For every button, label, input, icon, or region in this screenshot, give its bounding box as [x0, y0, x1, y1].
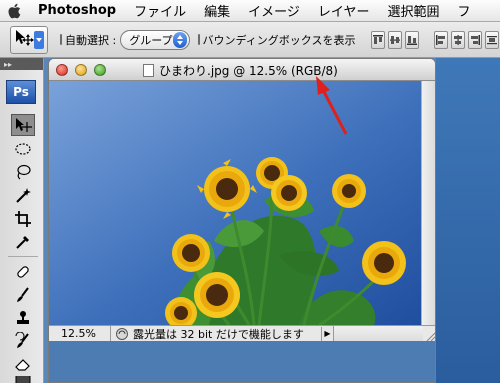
zoom-level-field[interactable]: 12.5% [49, 325, 111, 342]
menu-filter[interactable]: フ [458, 1, 471, 20]
bounding-box-label: バウンディングボックスを表示 [202, 33, 356, 47]
eraser-icon[interactable] [11, 353, 35, 375]
sunflower-4 [332, 174, 366, 208]
minimize-window-button[interactable] [75, 63, 87, 76]
menu-select[interactable]: 選択範囲 [388, 1, 440, 20]
lasso-icon[interactable] [11, 161, 35, 183]
clone-stamp-icon[interactable] [11, 307, 35, 329]
apple-icon[interactable] [8, 3, 26, 19]
magic-wand-icon[interactable] [11, 185, 35, 207]
desktop-background [436, 58, 500, 383]
menu-image[interactable]: イメージ [248, 1, 300, 20]
options-bar: 自動選択 : グループ バウンディングボックスを表示 [0, 22, 500, 58]
resize-grip-icon[interactable] [423, 326, 435, 342]
updown-arrows-icon [172, 31, 187, 48]
crop-icon[interactable] [11, 208, 35, 230]
zoom-window-button[interactable] [94, 63, 106, 76]
align-left-icon[interactable] [434, 30, 449, 49]
menu-edit[interactable]: 編集 [204, 1, 230, 20]
eyedropper-icon[interactable] [11, 231, 35, 253]
align-bottom-icon[interactable] [405, 30, 420, 49]
photoshop-logo[interactable]: Ps [6, 80, 36, 104]
auto-select-value: グループ [129, 33, 173, 47]
gradient-icon[interactable] [11, 376, 35, 383]
align-vcenter-icon[interactable] [388, 30, 403, 49]
toolbox-divider [8, 256, 38, 257]
sunflower-7 [194, 272, 240, 318]
bounding-box-checkbox[interactable] [197, 34, 200, 45]
auto-select-checkbox[interactable] [60, 34, 62, 45]
ellipse-marquee-icon[interactable] [11, 138, 35, 160]
status-menu-arrow-icon[interactable]: ▶ [321, 326, 333, 341]
status-message: 露光量は 32 bit だけで機能します [133, 327, 304, 341]
image-canvas[interactable] [49, 81, 423, 325]
sunflower-3 [271, 175, 307, 211]
document-icon [143, 63, 154, 77]
healing-brush-icon[interactable] [11, 261, 35, 283]
horizontal-scrollbar[interactable] [333, 325, 423, 342]
toolbox: ▸▸ Ps [0, 58, 44, 383]
sunflower-5 [172, 234, 210, 272]
auto-select-dropdown[interactable]: グループ [120, 29, 190, 50]
align-right-icon[interactable] [468, 30, 483, 49]
vertical-scrollbar[interactable] [421, 81, 435, 325]
move-tool-icon [14, 29, 34, 50]
menu-layer[interactable]: レイヤー [318, 1, 370, 20]
document-window: ひまわり.jpg @ 12.5% (RGB/8) 12.5% 露光量は 32 b… [48, 58, 436, 383]
sunflower-6 [362, 241, 406, 285]
history-brush-icon[interactable] [11, 330, 35, 352]
status-bar: 12.5% 露光量は 32 bit だけで機能します ▶ [49, 325, 435, 342]
toolbox-grip[interactable]: ▸▸ [0, 58, 43, 70]
menu-file[interactable]: ファイル [134, 1, 186, 20]
menu-app-name[interactable]: Photoshop [38, 3, 116, 18]
brush-icon[interactable] [11, 284, 35, 306]
tool-preset-picker[interactable] [10, 25, 48, 54]
align-hcenter-icon[interactable] [451, 30, 466, 49]
document-titlebar[interactable]: ひまわり.jpg @ 12.5% (RGB/8) [49, 59, 435, 81]
menu-bar: Photoshop ファイル 編集 イメージ レイヤー 選択範囲 フ [0, 0, 500, 22]
chevron-down-icon [34, 30, 44, 49]
desktop-background [49, 341, 435, 382]
status-info-icon[interactable] [115, 327, 129, 341]
auto-select-label: 自動選択 : [65, 33, 117, 47]
align-top-icon[interactable] [371, 30, 386, 49]
move-tool-icon[interactable] [11, 114, 35, 136]
distribute-icon[interactable] [485, 30, 500, 49]
annotation-arrow-icon [316, 76, 348, 135]
close-window-button[interactable] [56, 63, 68, 76]
